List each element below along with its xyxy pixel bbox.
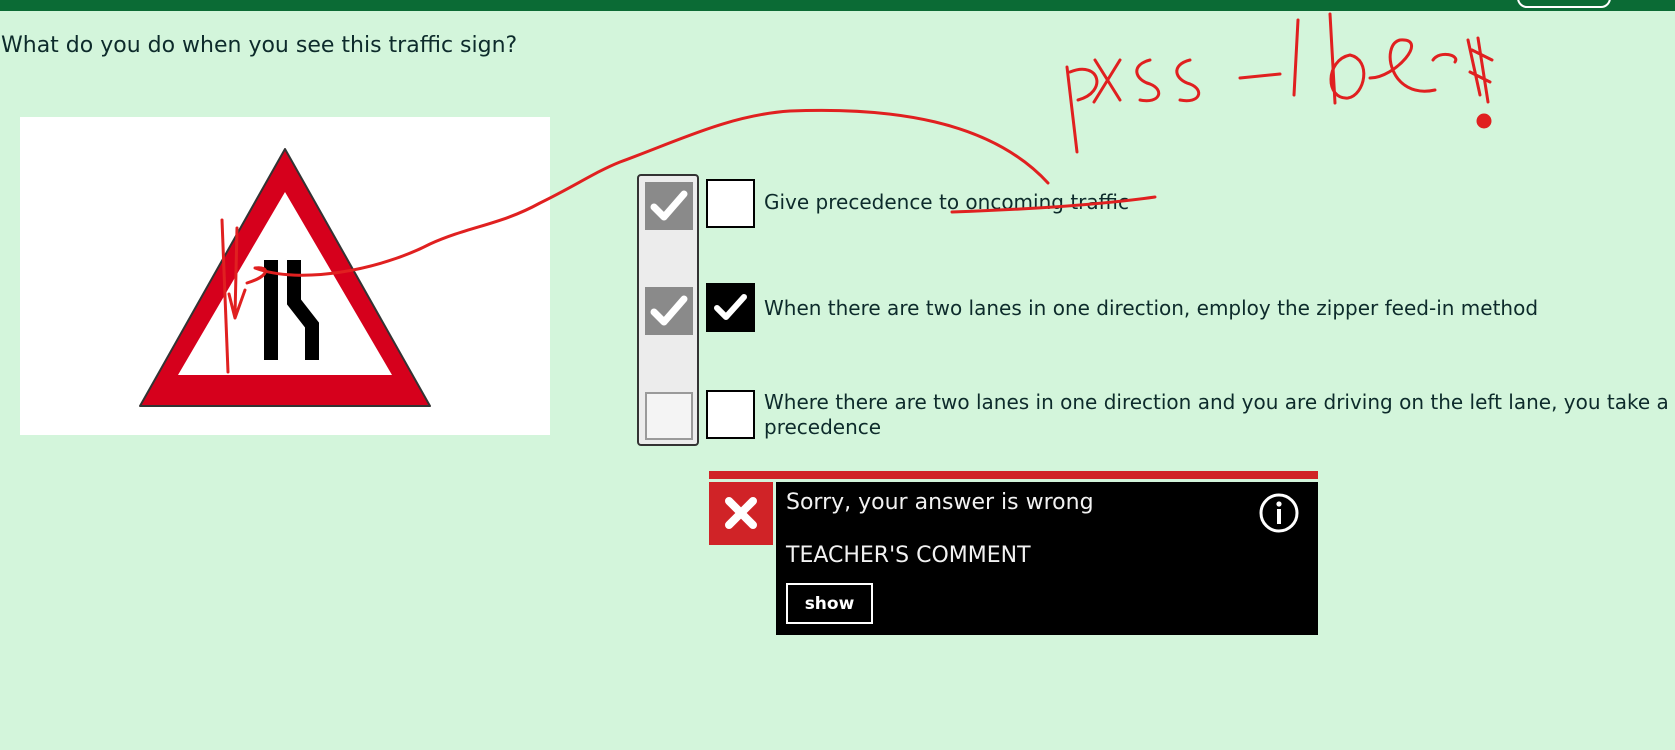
answer-checkbox-1[interactable] — [706, 179, 755, 228]
answer-checkbox-3[interactable] — [706, 390, 755, 439]
feedback-divider — [709, 471, 1318, 479]
correct-check-icon — [645, 287, 693, 335]
correct-empty-mark — [645, 392, 693, 440]
info-icon[interactable] — [1258, 492, 1300, 534]
show-comment-button[interactable]: show — [786, 583, 873, 624]
correct-answers-column — [637, 174, 699, 446]
wrong-x-icon — [709, 482, 773, 545]
teacher-comment-title: TEACHER'S COMMENT — [786, 543, 1031, 568]
feedback-panel: Sorry, your answer is wrong TEACHER'S CO… — [709, 471, 1318, 635]
question-text: What do you do when you see this traffic… — [1, 33, 518, 58]
answer-checkbox-2[interactable] — [706, 283, 755, 332]
answer-label-1[interactable]: Give precedence to oncoming traffic — [764, 190, 1129, 215]
traffic-sign-image — [20, 117, 550, 435]
top-bar-button[interactable] — [1517, 0, 1611, 8]
answer-label-2[interactable]: When there are two lanes in one directio… — [764, 296, 1538, 321]
answer-label-3-cont[interactable]: precedence — [764, 415, 881, 440]
top-bar — [0, 0, 1675, 11]
feedback-title: Sorry, your answer is wrong — [786, 490, 1094, 515]
correct-check-icon — [645, 182, 693, 230]
answer-label-3[interactable]: Where there are two lanes in one directi… — [764, 390, 1669, 415]
